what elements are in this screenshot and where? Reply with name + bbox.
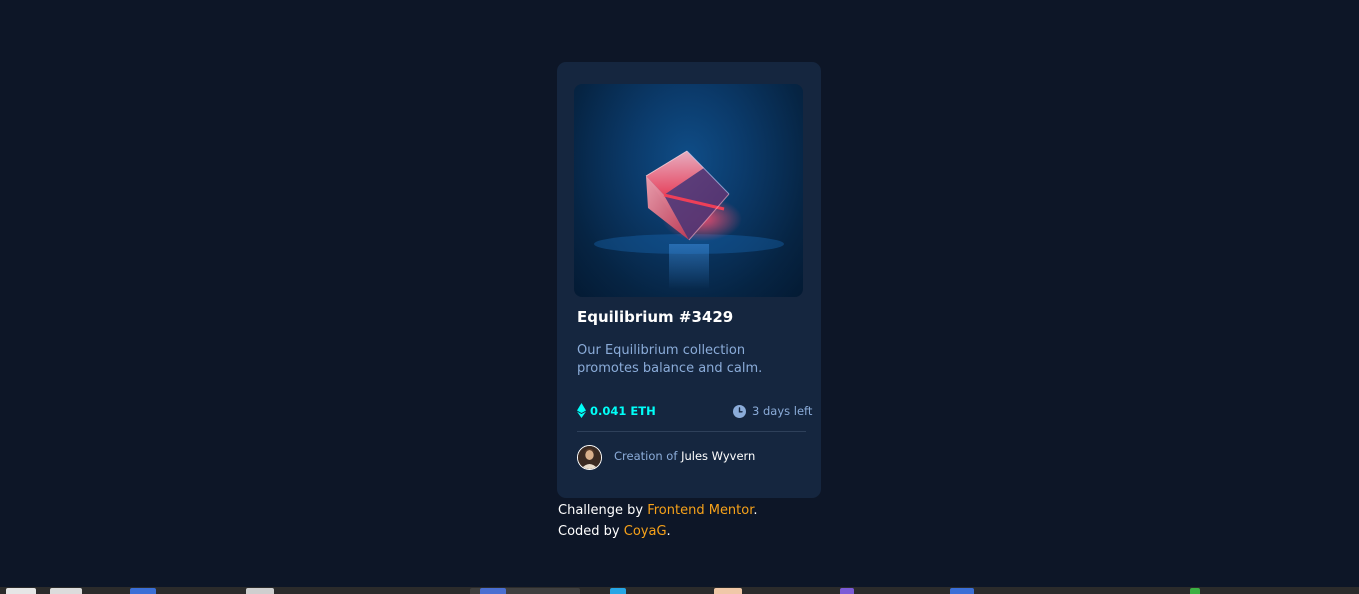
attribution-challenge-line: Challenge by Frontend Mentor. — [558, 500, 758, 521]
nft-image[interactable] — [574, 84, 803, 297]
taskbar-app-icon[interactable] — [840, 588, 854, 594]
taskbar-app-icon[interactable] — [950, 588, 974, 594]
attribution: Challenge by Frontend Mentor. Coded by C… — [558, 500, 758, 542]
challenge-suffix: . — [753, 503, 758, 518]
taskbar-app-icon[interactable] — [50, 588, 82, 594]
taskbar-app-icon[interactable] — [6, 588, 36, 594]
page: Equilibrium #3429 Our Equilibrium collec… — [0, 0, 1359, 594]
taskbar-app-icon[interactable] — [130, 588, 156, 594]
coded-prefix: Coded by — [558, 524, 624, 539]
clock-icon — [733, 405, 746, 418]
taskbar-app-icon[interactable] — [246, 588, 274, 594]
taskbar-app-icon[interactable] — [1190, 588, 1200, 594]
nft-card: Equilibrium #3429 Our Equilibrium collec… — [557, 62, 821, 498]
nft-description: Our Equilibrium collection promotes bala… — [577, 343, 763, 376]
attribution-coded-line: Coded by CoyaG. — [558, 521, 758, 542]
taskbar-app-icon[interactable] — [480, 588, 506, 594]
coded-suffix: . — [666, 524, 671, 539]
price-row: 0.041 ETH 3 days left — [577, 403, 812, 419]
taskbar-app-icon[interactable] — [610, 588, 626, 594]
author-link[interactable]: CoyaG — [624, 524, 667, 539]
creator-name-link[interactable]: Jules Wyvern — [681, 449, 755, 463]
avatar-portrait — [578, 446, 601, 469]
cube-image — [594, 150, 784, 289]
time-left: 3 days left — [752, 404, 813, 418]
taskbar — [0, 587, 1359, 594]
nft-title[interactable]: Equilibrium #3429 — [577, 308, 733, 326]
price-value: 0.041 ETH — [590, 404, 656, 418]
avatar — [577, 445, 602, 470]
divider — [577, 431, 806, 432]
frontend-mentor-link[interactable]: Frontend Mentor — [647, 503, 753, 518]
taskbar-app-icon[interactable] — [714, 588, 742, 594]
creator-prefix: Creation of — [614, 449, 682, 463]
creator-line: Creation of Jules Wyvern — [614, 449, 755, 463]
ethereum-icon — [577, 403, 586, 418]
challenge-prefix: Challenge by — [558, 503, 648, 518]
